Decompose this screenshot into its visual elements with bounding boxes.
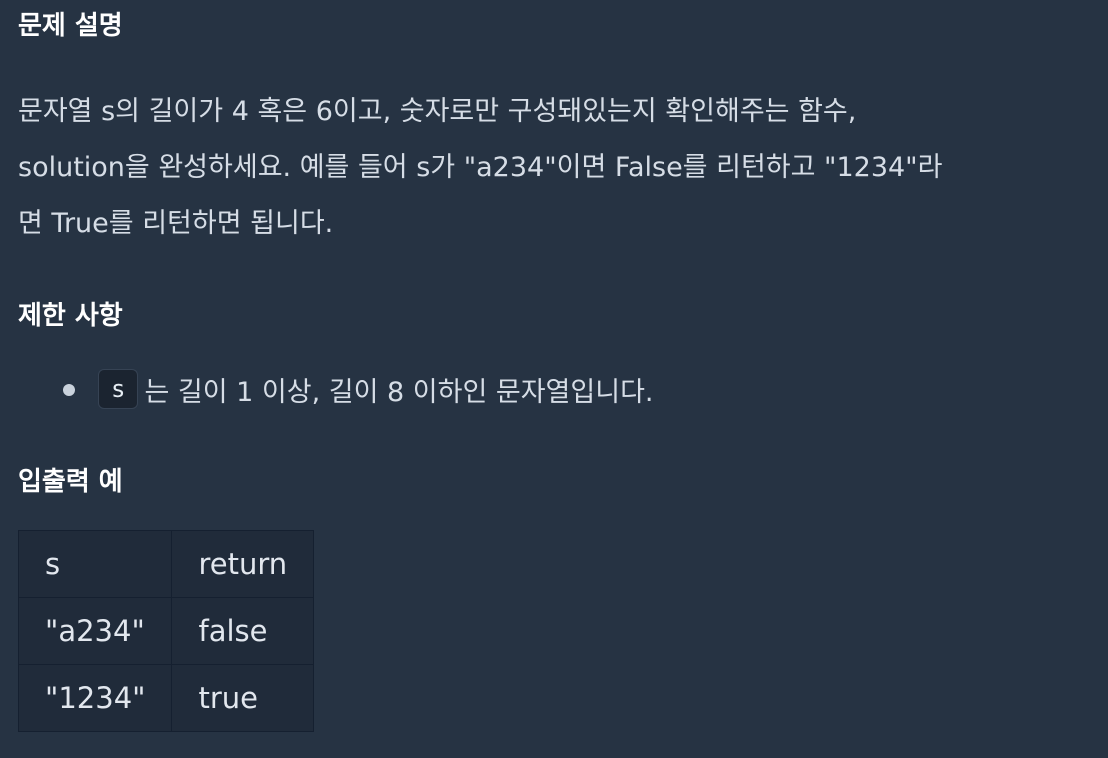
- bullet-icon: [63, 384, 75, 396]
- description-line-3: 면 True를 리턴하면 됩니다.: [18, 208, 334, 239]
- table-row: "1234" true: [17, 664, 315, 732]
- cell-return: false: [171, 597, 315, 665]
- table-row: "a234" false: [17, 597, 315, 665]
- problem-page: 문제 설명 문자열 s의 길이가 4 혹은 6이고, 숫자로만 구성돼있는지 확…: [0, 0, 1108, 758]
- cell-return: true: [171, 664, 315, 732]
- table-header-row: s return: [17, 530, 315, 598]
- header-s: s: [17, 530, 173, 598]
- inline-code: s: [98, 369, 139, 409]
- io-example-table: s return "a234" false "1234" true: [17, 530, 315, 732]
- description-line-1: 문자열 s의 길이가 4 혹은 6이고, 숫자로만 구성돼있는지 확인해주는 함…: [18, 96, 857, 127]
- constraint-text: 는 길이 1 이상, 길이 8 이하인 문자열입니다.: [144, 376, 654, 408]
- cell-input: "1234": [17, 664, 173, 732]
- section-title-io-examples: 입출력 예: [18, 467, 123, 497]
- section-title-constraints: 제한 사항: [18, 301, 123, 331]
- problem-description: 문자열 s의 길이가 4 혹은 6이고, 숫자로만 구성돼있는지 확인해주는 함…: [18, 84, 1088, 252]
- constraints-list: s 는 길이 1 이상, 길이 8 이하인 문자열입니다.: [18, 366, 654, 412]
- section-title-description: 문제 설명: [18, 11, 123, 41]
- constraint-item: s 는 길이 1 이상, 길이 8 이하인 문자열입니다.: [18, 366, 654, 412]
- cell-input: "a234": [17, 597, 173, 665]
- header-return: return: [171, 530, 315, 598]
- description-line-2: solution을 완성하세요. 예를 들어 s가 "a234"이면 False…: [18, 152, 943, 183]
